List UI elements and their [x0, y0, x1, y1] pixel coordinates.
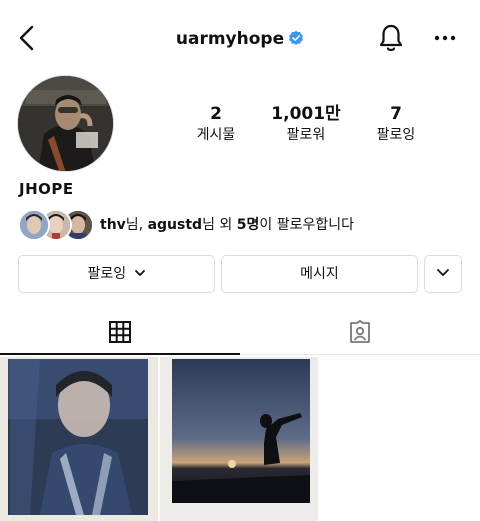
stat-followers[interactable]: 1,001만 팔로워 — [261, 104, 351, 144]
followed-by-sep: 님, — [125, 217, 148, 233]
post-thumbnail[interactable] — [0, 357, 158, 521]
tagged-person-icon — [350, 320, 370, 343]
following-button[interactable]: 팔로잉 — [18, 255, 215, 293]
followed-by-suffix: 이 팔로우합니다 — [259, 217, 354, 233]
posts-label: 게시물 — [196, 127, 236, 143]
grid-icon — [109, 321, 131, 343]
stat-following[interactable]: 7 팔로잉 — [351, 104, 441, 144]
mutual-user-1[interactable]: thv — [100, 217, 126, 233]
followers-label: 팔로워 — [286, 127, 326, 143]
username-title: uarmyhope — [0, 28, 480, 50]
following-count: 7 — [390, 104, 402, 124]
chevron-down-icon — [134, 270, 145, 276]
following-button-label: 팔로잉 — [87, 266, 127, 282]
verified-badge-icon — [289, 30, 304, 45]
followed-by-sep: 님 외 — [202, 217, 237, 233]
post-thumbnail[interactable] — [160, 357, 318, 521]
more-horizontal-icon[interactable] — [432, 26, 458, 50]
chevron-down-icon — [437, 269, 449, 276]
bell-icon[interactable] — [376, 22, 406, 54]
profile-header: uarmyhope — [0, 0, 480, 74]
followed-by[interactable]: thv님, agustd님 외 5명이 팔로우합니다 — [18, 209, 468, 243]
tab-posts-grid[interactable] — [0, 310, 240, 355]
mutual-count: 5명 — [236, 217, 260, 233]
message-button-label: 메시지 — [300, 266, 339, 282]
tab-tagged[interactable] — [240, 310, 480, 354]
followed-by-text: thv님, agustd님 외 5명이 팔로우합니다 — [100, 216, 354, 234]
follower-avatar — [18, 209, 50, 241]
message-button[interactable]: 메시지 — [221, 255, 418, 293]
mutual-user-2[interactable]: agustd — [148, 217, 202, 233]
following-label: 팔로잉 — [376, 127, 416, 143]
posts-count: 2 — [210, 104, 222, 124]
profile-avatar[interactable] — [17, 75, 114, 172]
username: uarmyhope — [175, 29, 285, 49]
display-name: JHOPE — [19, 180, 74, 198]
suggested-accounts-button[interactable] — [424, 255, 462, 293]
profile-tabs — [0, 310, 480, 355]
followers-count: 1,001만 — [271, 104, 341, 124]
stat-posts[interactable]: 2 게시물 — [171, 104, 261, 144]
